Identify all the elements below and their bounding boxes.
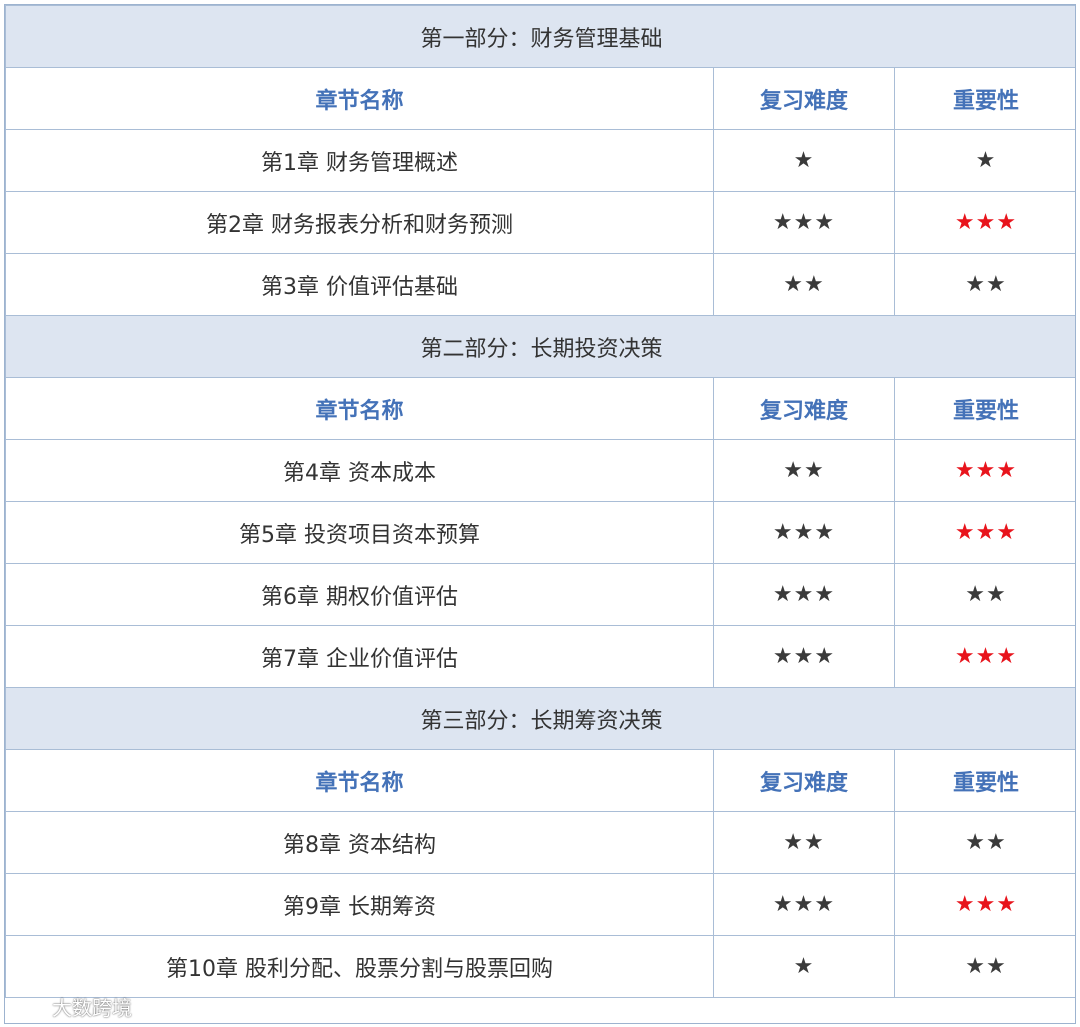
- importance-stars: ★★: [965, 954, 1007, 979]
- difficulty-cell: ★★★: [713, 873, 895, 936]
- importance-stars: ★★: [965, 830, 1007, 855]
- importance-cell: ★★★: [893, 625, 1075, 688]
- column-header-row: 章节名称 复习难度 重要性: [5, 749, 1075, 812]
- difficulty-stars: ★★★: [772, 210, 836, 235]
- importance-stars: ★★★: [954, 892, 1018, 917]
- chapter-table: 第一部分：财务管理基础 章节名称 复习难度 重要性 第1章 财务管理概述 ★ ★ 第2章 财务…: [5, 5, 1075, 998]
- table-row: 第3章 价值评估基础 ★★ ★★: [5, 253, 1075, 316]
- importance-cell: ★★: [893, 253, 1075, 316]
- difficulty-stars: ★★★: [772, 520, 836, 545]
- difficulty-stars: ★: [793, 954, 815, 979]
- difficulty-stars: ★★★: [772, 892, 836, 917]
- table-row: 第7章 企业价值评估 ★★★ ★★★: [5, 625, 1075, 688]
- difficulty-stars: ★★★: [772, 582, 836, 607]
- importance-stars: ★★★: [954, 458, 1018, 483]
- chapter-name-header: 章节名称: [5, 67, 714, 130]
- section-title: 第一部分：财务管理基础: [5, 5, 1075, 68]
- chapter-name-header: 章节名称: [5, 749, 714, 812]
- difficulty-cell: ★★★: [713, 625, 895, 688]
- importance-cell: ★★: [893, 935, 1075, 998]
- chapter-name: 第8章 资本结构: [5, 811, 714, 874]
- importance-header: 重要性: [893, 749, 1075, 812]
- table-row: 第8章 资本结构 ★★ ★★: [5, 811, 1075, 874]
- difficulty-stars: ★: [793, 148, 815, 173]
- importance-cell: ★★: [893, 811, 1075, 874]
- chapter-name: 第10章 股利分配、股票分割与股票回购: [5, 935, 714, 998]
- chapter-name: 第4章 资本成本: [5, 439, 714, 502]
- importance-cell: ★★★: [893, 501, 1075, 564]
- chapter-name-header: 章节名称: [5, 377, 714, 440]
- importance-stars: ★★★: [954, 210, 1018, 235]
- section-title: 第三部分：长期筹资决策: [5, 687, 1075, 750]
- difficulty-cell: ★★: [713, 253, 895, 316]
- importance-stars: ★★: [965, 272, 1007, 297]
- difficulty-cell: ★★★: [713, 501, 895, 564]
- table-row: 第2章 财务报表分析和财务预测 ★★★ ★★★: [5, 191, 1075, 254]
- section-title-row: 第三部分：长期筹资决策: [5, 687, 1075, 750]
- difficulty-cell: ★★★: [713, 191, 895, 254]
- dashuju-logo-icon: [8, 996, 46, 1018]
- chapter-name: 第1章 财务管理概述: [5, 129, 714, 192]
- importance-stars: ★★: [965, 582, 1007, 607]
- column-header-row: 章节名称 复习难度 重要性: [5, 377, 1075, 440]
- chapter-table-body: 第一部分：财务管理基础 章节名称 复习难度 重要性 第1章 财务管理概述 ★ ★ 第2章 财务…: [5, 5, 1075, 998]
- difficulty-cell: ★: [713, 129, 895, 192]
- chapter-table-container: 第一部分：财务管理基础 章节名称 复习难度 重要性 第1章 财务管理概述 ★ ★ 第2章 财务…: [4, 4, 1076, 1024]
- column-header-row: 章节名称 复习难度 重要性: [5, 67, 1075, 130]
- chapter-name: 第6章 期权价值评估: [5, 563, 714, 626]
- importance-cell: ★★★: [893, 873, 1075, 936]
- watermark: 大数跨境: [8, 992, 132, 1021]
- chapter-name: 第7章 企业价值评估: [5, 625, 714, 688]
- importance-cell: ★: [893, 129, 1075, 192]
- importance-cell: ★★: [893, 563, 1075, 626]
- importance-stars: ★★★: [954, 520, 1018, 545]
- importance-stars: ★: [975, 148, 997, 173]
- watermark-text: 大数跨境: [52, 996, 132, 1020]
- difficulty-stars: ★★★: [772, 644, 836, 669]
- difficulty-cell: ★★★: [713, 563, 895, 626]
- table-row: 第6章 期权价值评估 ★★★ ★★: [5, 563, 1075, 626]
- difficulty-cell: ★★: [713, 439, 895, 502]
- section-title-row: 第二部分：长期投资决策: [5, 315, 1075, 378]
- difficulty-stars: ★★: [783, 458, 825, 483]
- importance-cell: ★★★: [893, 439, 1075, 502]
- difficulty-header: 复习难度: [713, 67, 895, 130]
- difficulty-cell: ★: [713, 935, 895, 998]
- section-title-row: 第一部分：财务管理基础: [5, 5, 1075, 68]
- chapter-name: 第2章 财务报表分析和财务预测: [5, 191, 714, 254]
- chapter-name: 第5章 投资项目资本预算: [5, 501, 714, 564]
- table-row: 第10章 股利分配、股票分割与股票回购 ★ ★★: [5, 935, 1075, 998]
- importance-stars: ★★★: [954, 644, 1018, 669]
- difficulty-stars: ★★: [783, 272, 825, 297]
- importance-header: 重要性: [893, 67, 1075, 130]
- section-title: 第二部分：长期投资决策: [5, 315, 1075, 378]
- difficulty-stars: ★★: [783, 830, 825, 855]
- chapter-name: 第3章 价值评估基础: [5, 253, 714, 316]
- importance-cell: ★★★: [893, 191, 1075, 254]
- chapter-name: 第9章 长期筹资: [5, 873, 714, 936]
- difficulty-header: 复习难度: [713, 377, 895, 440]
- table-row: 第9章 长期筹资 ★★★ ★★★: [5, 873, 1075, 936]
- table-row: 第5章 投资项目资本预算 ★★★ ★★★: [5, 501, 1075, 564]
- table-row: 第4章 资本成本 ★★ ★★★: [5, 439, 1075, 502]
- table-row: 第1章 财务管理概述 ★ ★: [5, 129, 1075, 192]
- importance-header: 重要性: [893, 377, 1075, 440]
- difficulty-header: 复习难度: [713, 749, 895, 812]
- difficulty-cell: ★★: [713, 811, 895, 874]
